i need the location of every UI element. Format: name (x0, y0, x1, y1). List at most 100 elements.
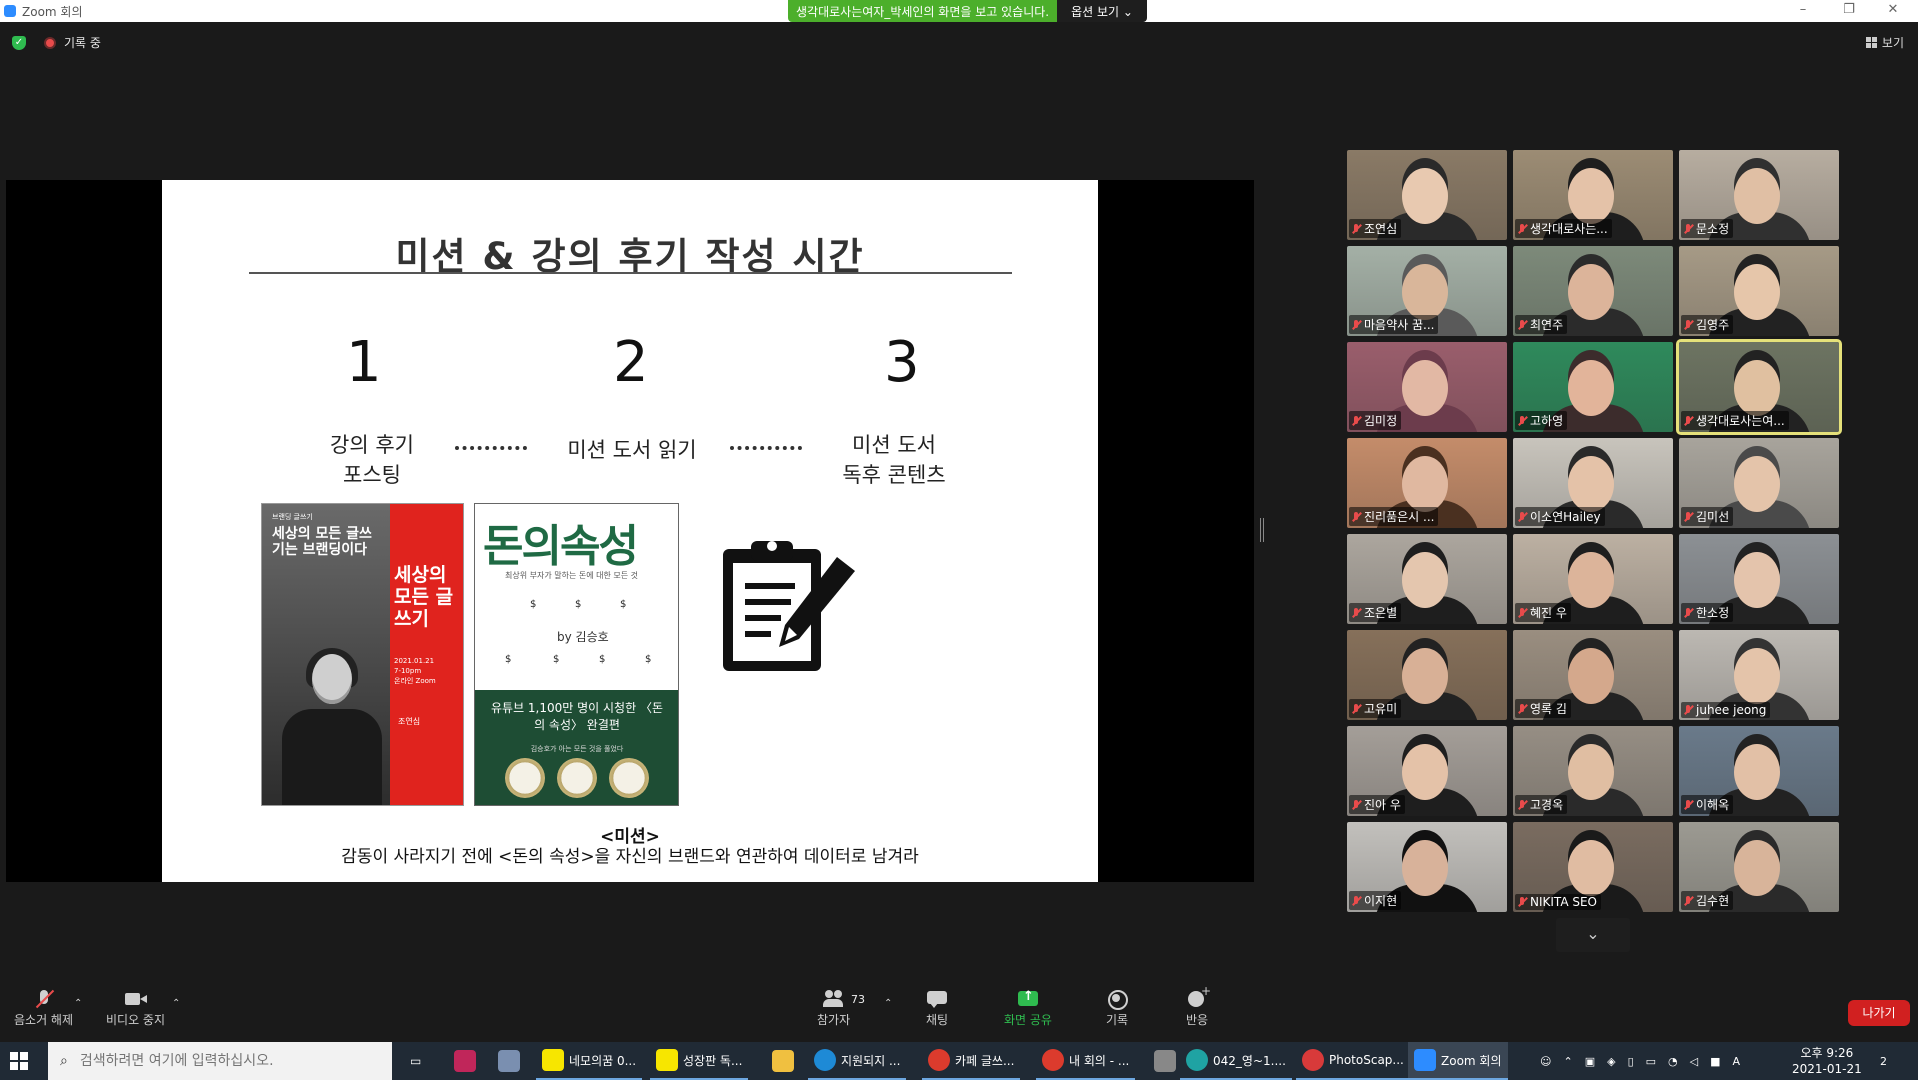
participant-video (1568, 168, 1614, 224)
participant-tile[interactable]: 조은별 (1347, 534, 1507, 624)
award-medal-icon (505, 758, 545, 798)
reactions-button[interactable]: 반응 (1186, 984, 1211, 1028)
participant-name-tag: 마음약사 꿈... (1349, 315, 1439, 334)
stop-video-button[interactable]: 비디오 중지 (106, 990, 165, 1028)
participant-tile[interactable]: 문소정 (1679, 150, 1839, 240)
security-shield-icon[interactable]: ✓ (12, 35, 26, 50)
participant-tile[interactable]: NIKITA SEO (1513, 822, 1673, 912)
taskbar-app-kakaotalk-2[interactable]: 성장판 독... (650, 1042, 749, 1080)
participant-tile[interactable]: 최연주 (1513, 246, 1673, 336)
kakao-tray-icon[interactable]: ■ (1710, 1055, 1720, 1068)
participant-video (1734, 648, 1780, 704)
unmute-button[interactable]: 음소거 해제 (14, 990, 73, 1028)
participant-tile[interactable]: 생각대로사는여... (1676, 339, 1842, 435)
participant-tile[interactable]: 생각대로사는... (1513, 150, 1673, 240)
participant-tile[interactable]: 김수현 (1679, 822, 1839, 912)
taskbar-app-chrome-1[interactable]: 카페 글쓰... (922, 1042, 1021, 1080)
participant-name-tag: 김수현 (1681, 891, 1734, 910)
participant-tile[interactable]: 고유미 (1347, 630, 1507, 720)
action-center-icon[interactable]: 2 (1880, 1042, 1887, 1080)
participant-tile[interactable]: 진리품은시 ... (1347, 438, 1507, 528)
recording-dot-icon (44, 36, 56, 49)
chat-button[interactable]: 채팅 (926, 990, 948, 1028)
view-options-button[interactable]: 옵션 보기 ⌄ (1057, 0, 1147, 22)
leave-meeting-button[interactable]: 나가기 (1848, 1000, 1910, 1026)
people-icon[interactable]: ☺ (1540, 1055, 1551, 1068)
panel-splitter[interactable] (1260, 518, 1264, 542)
participant-tile[interactable]: 고경옥 (1513, 726, 1673, 816)
show-hidden-icons-icon[interactable]: ⌃ (1563, 1055, 1572, 1068)
pinned-app-icon[interactable] (448, 1042, 482, 1080)
share-screen-button[interactable]: 화면 공유 (1004, 989, 1052, 1028)
participant-name-tag: juhee jeong (1681, 702, 1771, 718)
participant-name: 이소연Hailey (1530, 510, 1601, 524)
participant-tile[interactable]: juhee jeong (1679, 630, 1839, 720)
dollar-icon: $ (505, 654, 512, 665)
pinned-app-icon[interactable] (492, 1042, 526, 1080)
taskbar-search-input[interactable] (79, 1053, 370, 1069)
stop-video-label: 비디오 중지 (106, 1013, 166, 1027)
taskbar-app-ie[interactable]: 지원되지 ... (808, 1042, 907, 1080)
task-view-icon[interactable]: ▭ (404, 1042, 427, 1080)
participant-tile[interactable]: 김영주 (1679, 246, 1839, 336)
taskbar-app-edge[interactable]: 042_영~1.... (1180, 1042, 1292, 1080)
windows-start-icon[interactable] (10, 1052, 28, 1070)
participant-tile[interactable]: 고하영 (1513, 342, 1673, 432)
participant-tile[interactable]: 김미정 (1347, 342, 1507, 432)
participant-name: 진리품은시 ... (1364, 510, 1435, 524)
close-button[interactable]: ✕ (1878, 2, 1908, 17)
minimize-button[interactable]: – (1788, 2, 1818, 17)
participant-tile[interactable]: 이해옥 (1679, 726, 1839, 816)
book1-event-date: 2021.01.21 7-10pm 온라인 Zoom (394, 657, 436, 685)
participant-tile[interactable]: 혜진 우 (1513, 534, 1673, 624)
participant-tile[interactable]: 이소연Hailey (1513, 438, 1673, 528)
grid-view-icon (1865, 37, 1877, 48)
maximize-button[interactable]: ❐ (1834, 2, 1864, 17)
participant-name: juhee jeong (1696, 703, 1767, 717)
participant-video (1402, 744, 1448, 800)
tray-app-icon[interactable]: ◈ (1607, 1055, 1615, 1068)
usb-icon[interactable]: ▯ (1628, 1055, 1634, 1068)
audio-options-caret-icon[interactable]: ⌃ (74, 998, 82, 1009)
taskbar-app-chrome-2[interactable]: 내 회의 - ... (1036, 1042, 1136, 1080)
participants-options-caret-icon[interactable]: ⌃ (884, 998, 892, 1009)
taskbar-app-photoscape[interactable]: PhotoScap... (1296, 1042, 1410, 1080)
participant-name: 영록 김 (1530, 702, 1567, 716)
video-options-caret-icon[interactable]: ⌃ (172, 998, 180, 1009)
participant-name: 고경옥 (1530, 798, 1564, 812)
tray-app-icon[interactable]: ▣ (1585, 1055, 1595, 1068)
taskbar-clock[interactable]: 오후 9:26 2021-01-21 (1792, 1045, 1862, 1077)
participant-video (1402, 840, 1448, 896)
microphone-muted-icon (1683, 223, 1693, 234)
edge-icon (1186, 1049, 1208, 1071)
taskbar-app-kakaotalk-1[interactable]: 네모의꿈 0... (536, 1042, 643, 1080)
participant-name: 김수현 (1696, 894, 1730, 908)
participant-tile[interactable]: 이지현 (1347, 822, 1507, 912)
participants-button[interactable]: 참가자 (817, 990, 850, 1028)
participant-name: 한소정 (1696, 606, 1730, 620)
microphone-muted-icon (33, 990, 55, 1008)
gallery-next-page-button[interactable]: ⌄ (1556, 918, 1630, 952)
participant-tile[interactable]: 영록 김 (1513, 630, 1673, 720)
participant-tile[interactable]: 조연심 (1347, 150, 1507, 240)
record-button[interactable]: 기록 (1106, 990, 1128, 1028)
participant-tile[interactable]: 김미선 (1679, 438, 1839, 528)
participant-tile[interactable]: 진아 우 (1347, 726, 1507, 816)
step-number-1: 1 (346, 330, 382, 395)
volume-icon[interactable]: ◁ (1690, 1055, 1698, 1068)
pinned-app-icon[interactable] (1148, 1042, 1182, 1080)
mission-text: 감동이 사라지기 전에 <돈의 속성>을 자신의 브랜드와 연관하여 데이터로 … (341, 847, 919, 867)
file-explorer-icon[interactable] (766, 1042, 800, 1080)
network-icon[interactable]: ◔ (1668, 1055, 1678, 1068)
ime-indicator[interactable]: A (1733, 1055, 1741, 1068)
participant-video (1402, 264, 1448, 320)
participant-video (1734, 552, 1780, 608)
view-button[interactable]: 보기 (1865, 34, 1904, 51)
recording-indicator[interactable]: 기록 중 (44, 34, 101, 51)
participant-name-tag: 한소정 (1681, 603, 1734, 622)
participant-tile[interactable]: 마음약사 꿈... (1347, 246, 1507, 336)
battery-icon[interactable]: ▭ (1646, 1055, 1656, 1068)
participant-tile[interactable]: 한소정 (1679, 534, 1839, 624)
taskbar-app-zoom[interactable]: Zoom 회의 (1408, 1042, 1508, 1080)
taskbar-search[interactable]: ⌕ (48, 1042, 392, 1080)
